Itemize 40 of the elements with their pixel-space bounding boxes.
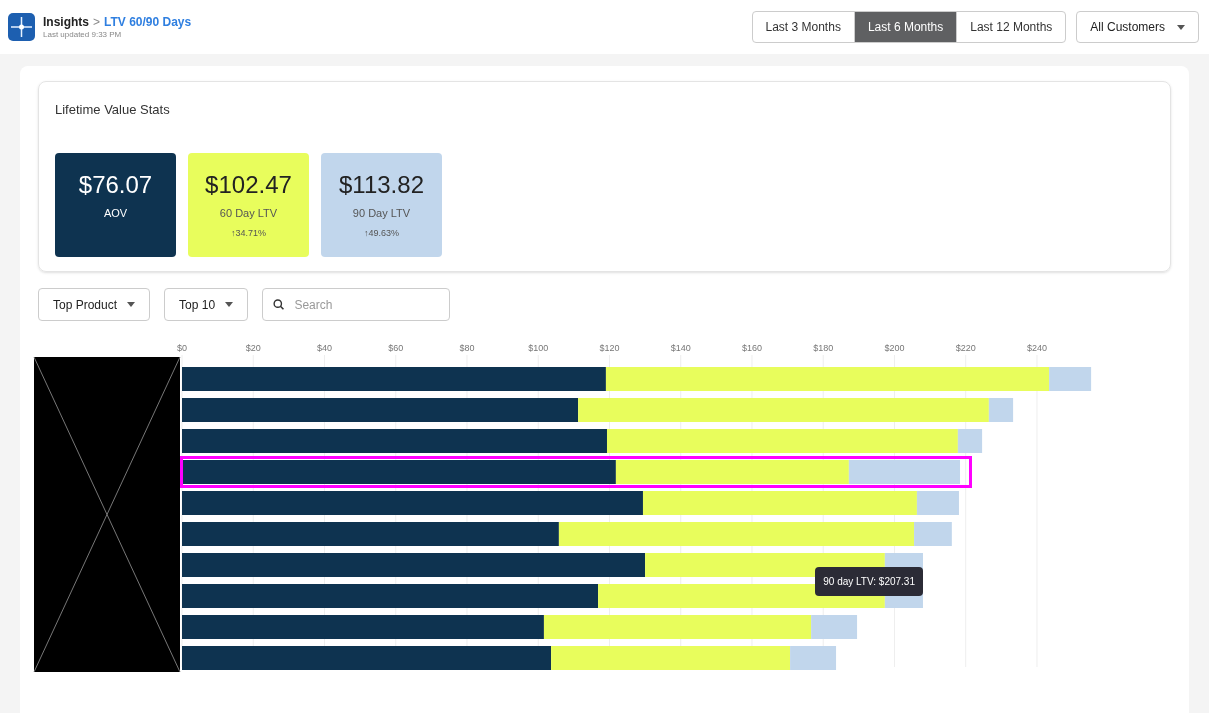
breadcrumb-current: LTV 60/90 Days (104, 14, 192, 30)
search-field[interactable]: Search (262, 288, 451, 321)
axis-tick-label: $120 (599, 343, 620, 353)
stat-change: ↑34.71% (231, 227, 266, 240)
search-input[interactable]: Search (294, 295, 440, 314)
search-icon (273, 298, 285, 311)
range-tab[interactable]: Last 6 Months (853, 11, 958, 43)
stat-value: $102.47 (205, 172, 292, 197)
axis-tick-label: $240 (1026, 343, 1047, 353)
stat-label: AOV (103, 205, 128, 221)
axis-tick-label: $100 (528, 343, 549, 353)
app-logo-icon (8, 13, 35, 41)
range-tab[interactable]: Last 12 Months (956, 11, 1067, 43)
caret-icon (127, 302, 136, 307)
caret-icon (1177, 24, 1185, 30)
axis-tick-label: $60 (388, 343, 404, 353)
caret-icon (225, 302, 234, 307)
axis-tick-label: $140 (670, 343, 691, 353)
customer-dropdown[interactable]: All Customers (1076, 11, 1199, 43)
stat-label: 90 Day LTV (352, 205, 411, 221)
axis-tick-label: $160 (741, 343, 762, 353)
axis-tick-label: $200 (884, 343, 905, 353)
breadcrumb-separator: > (93, 14, 101, 30)
axis-tick-label: $0 (177, 343, 187, 353)
chart-tooltip: 90 day LTV: $207.31 (815, 567, 923, 596)
stat-value: $76.07 (78, 172, 153, 197)
axis-tick-label: $80 (459, 343, 475, 353)
stats-title: Lifetime Value Stats (55, 101, 171, 119)
last-updated-text: Last updated 9:33 PM (43, 29, 123, 40)
range-tab[interactable]: Last 3 Months (751, 11, 855, 43)
stat-change: ↑49.63% (364, 227, 399, 240)
limit-dropdown[interactable]: Top 10 (164, 288, 249, 321)
stat-label: 60 Day LTV (219, 205, 278, 221)
axis-tick-label: $180 (813, 343, 834, 353)
axis-tick-label: $220 (955, 343, 976, 353)
axis-tick-label: $40 (317, 343, 332, 353)
group-by-dropdown[interactable]: Top Product (38, 288, 151, 321)
breadcrumb-root[interactable]: Insights (43, 14, 89, 30)
axis-tick-label: $20 (245, 343, 261, 353)
stat-value: $113.82 (339, 172, 424, 197)
